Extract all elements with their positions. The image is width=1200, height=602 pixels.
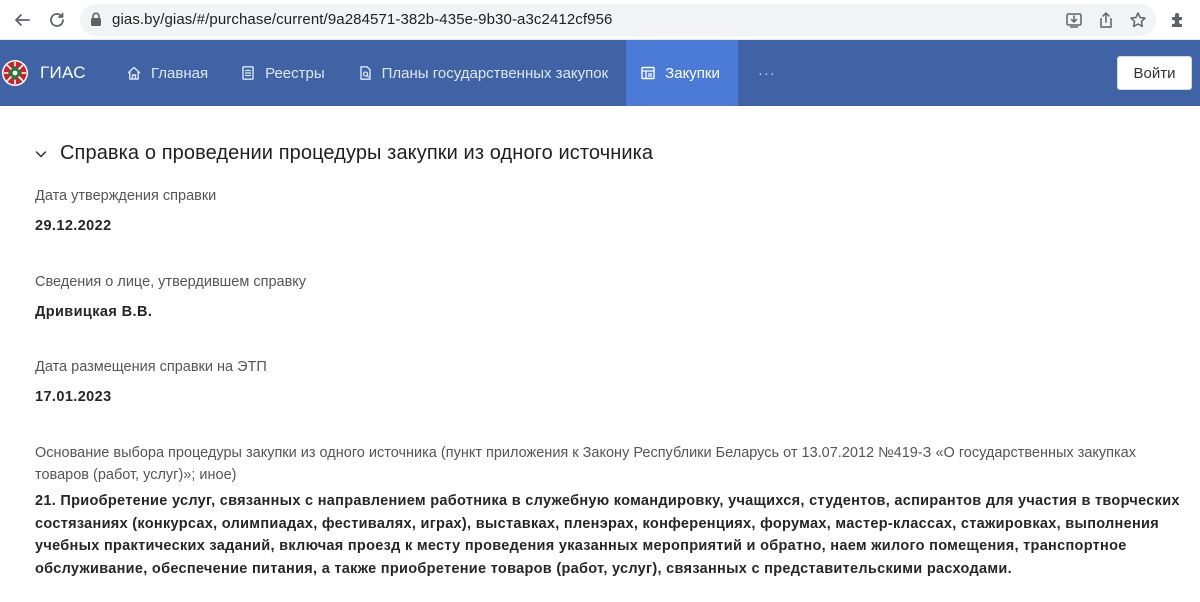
registry-icon — [242, 66, 254, 80]
nav-item-home[interactable]: Главная — [112, 40, 226, 106]
bookmark-star-icon[interactable] — [1126, 8, 1150, 32]
gias-logo-icon — [2, 60, 28, 86]
lock-icon — [90, 12, 102, 32]
main-content: Справка о проведении процедуры закупки и… — [0, 106, 1200, 602]
share-icon[interactable] — [1094, 8, 1118, 32]
purchase-icon — [641, 66, 655, 80]
section-header[interactable]: Справка о проведении процедуры закупки и… — [34, 142, 653, 165]
plan-icon — [359, 66, 371, 80]
browser-toolbar: gias.by/gias/#/purchase/current/9a284571… — [0, 0, 1200, 40]
nav-item-purchases[interactable]: Закупки — [626, 40, 738, 106]
nav-item-plans[interactable]: Планы государственных закупок — [343, 40, 627, 106]
home-icon — [127, 66, 141, 80]
field-label: Сведения о лице, утвердившем справку — [35, 274, 307, 290]
brand[interactable]: ГИАС — [0, 40, 86, 106]
chevron-down-icon[interactable] — [34, 147, 48, 161]
url-text[interactable]: gias.by/gias/#/purchase/current/9a284571… — [112, 11, 613, 28]
main-nav: Главная Реестры Планы государственных за… — [112, 40, 796, 106]
reload-icon[interactable] — [45, 8, 69, 32]
field-label: Основание выбора процедуры закупки из од… — [35, 445, 1136, 483]
section-title: Справка о проведении процедуры закупки и… — [60, 142, 654, 164]
nav-more-button[interactable]: ··· — [738, 40, 796, 106]
extensions-icon[interactable] — [1166, 8, 1190, 32]
field-label: Дата утверждения справки — [35, 188, 217, 204]
install-icon[interactable] — [1062, 8, 1086, 32]
nav-item-label: Планы государственных закупок — [381, 64, 609, 82]
field-value: 21. Приобретение услуг, связанных с напр… — [35, 493, 1180, 577]
back-arrow-icon[interactable] — [10, 8, 34, 32]
brand-name: ГИАС — [40, 63, 86, 82]
nav-item-registries[interactable]: Реестры — [226, 40, 343, 106]
field-value: 17.01.2023 — [35, 389, 112, 405]
field-value: 29.12.2022 — [35, 218, 112, 234]
app-header: ГИАС Главная Реестры Планы государственн… — [0, 40, 1200, 106]
nav-item-label: Реестры — [265, 64, 325, 82]
login-button[interactable]: Войти — [1117, 56, 1192, 90]
field-label: Дата размещения справки на ЭТП — [35, 359, 267, 375]
nav-item-label: Главная — [151, 64, 209, 82]
field-value: Дривицкая В.В. — [35, 304, 153, 320]
nav-item-label: Закупки — [665, 64, 720, 82]
address-bar[interactable]: gias.by/gias/#/purchase/current/9a284571… — [80, 4, 1156, 36]
